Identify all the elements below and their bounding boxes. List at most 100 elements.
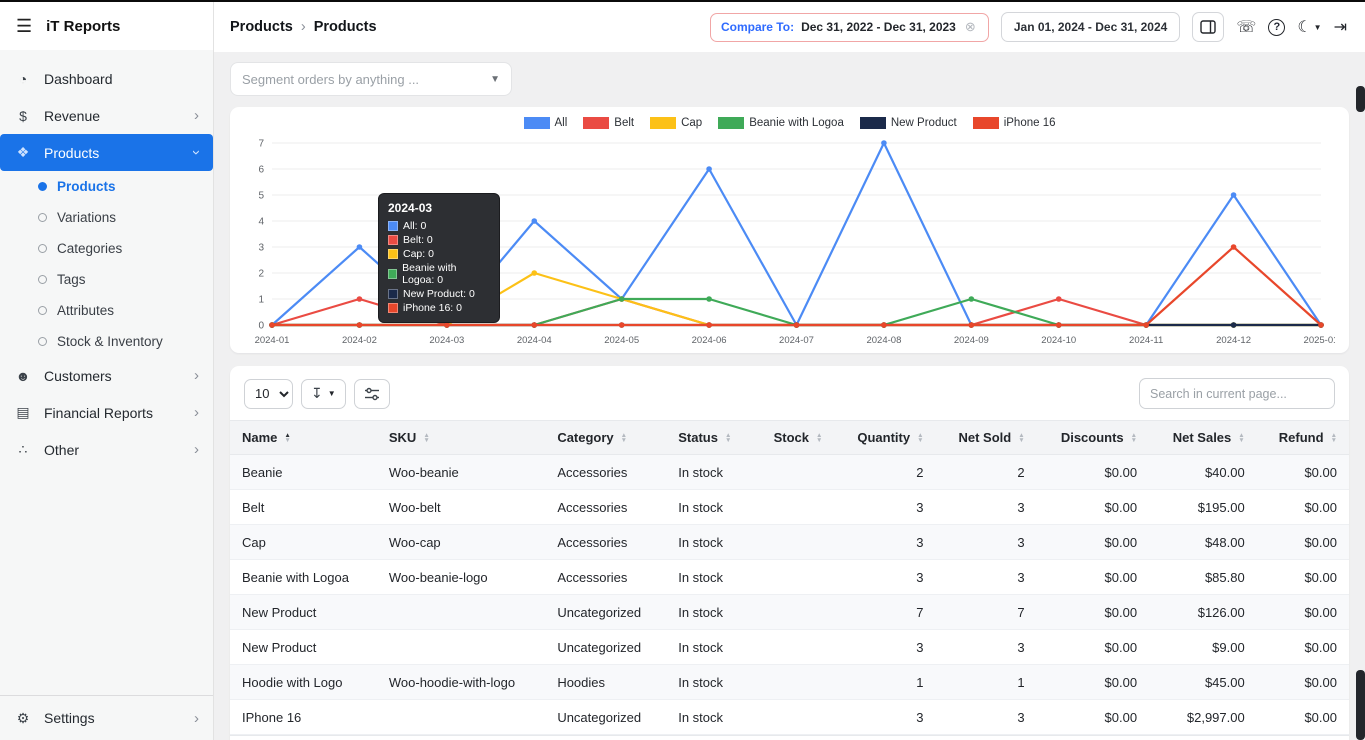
cell-sku: Woo-cap (376, 524, 546, 560)
cell-status: In stock (666, 524, 753, 560)
cell-refund: $0.00 (1256, 524, 1349, 560)
svg-text:4: 4 (258, 217, 264, 228)
column-header-discounts[interactable]: Discounts ▲ ▼ (1036, 420, 1150, 455)
sidebar-item-customers[interactable]: ☻ Customers › (0, 357, 213, 394)
cell-discounts: $0.00 (1036, 594, 1150, 630)
help-icon[interactable]: ? (1268, 18, 1286, 36)
sidebar-item-revenue[interactable]: $ Revenue › (0, 97, 213, 134)
topbar-actions: Compare To: Dec 31, 2022 - Dec 31, 2023 … (709, 12, 1347, 42)
cell-name: Cap (230, 524, 377, 560)
column-header-refund[interactable]: Refund ▲ ▼ (1256, 420, 1349, 455)
svg-text:2024-09: 2024-09 (954, 335, 989, 346)
sidebar-subitem-categories[interactable]: Categories (0, 233, 213, 264)
column-header-net-sales[interactable]: Net Sales ▲ ▼ (1149, 420, 1257, 455)
table-row[interactable]: Hoodie with Logo Woo-hoodie-with-logo Hood… (230, 664, 1349, 700)
segment-search-select[interactable]: Segment orders by anything ... ▼ (230, 62, 512, 96)
cell-net-sold: 3 (935, 699, 1037, 735)
gauge-icon: ◔ (18, 70, 28, 87)
table-row[interactable]: New Product Uncategorized In stock 3 3 $0.00 $… (230, 629, 1349, 665)
legend-item-iphone-16[interactable]: iPhone 16 (972, 117, 1056, 129)
sidebar-item-products[interactable]: ❖ Products › (0, 134, 213, 171)
table-row[interactable]: Belt Woo-belt Accessories In stock 3 3 $0.00 $1… (230, 489, 1349, 525)
cell-name: New Product (230, 629, 377, 665)
sidebar-subitem-tags[interactable]: Tags (0, 264, 213, 295)
sidebar-nav: ◔ Dashboard $ Revenue › ❖ Products › Products Var… (0, 50, 213, 695)
page-size-select[interactable]: 10 (244, 378, 293, 409)
filter-button[interactable] (353, 378, 390, 409)
cell-status: In stock (666, 664, 753, 700)
sidebar-item-dashboard[interactable]: ◔ Dashboard (0, 60, 213, 97)
column-header-sku[interactable]: SKU ▲ ▼ (376, 420, 546, 455)
cell-discounts: $0.00 (1036, 489, 1150, 525)
sidebar-subitem-variations[interactable]: Variations (0, 202, 213, 233)
table-toolbar: 10 ↧ ▼ (230, 378, 1349, 420)
legend-item-all[interactable]: All (523, 117, 567, 129)
sidebar-item-settings[interactable]: ⚙ Settings › (0, 696, 213, 740)
calendar-panel-icon (1200, 20, 1217, 34)
cell-category: Accessories (545, 454, 667, 490)
sidebar-subitem-attributes[interactable]: Attributes (0, 295, 213, 326)
svg-text:2024-10: 2024-10 (1041, 335, 1076, 346)
column-header-stock[interactable]: Stock ▲ ▼ (752, 420, 835, 455)
legend-item-cap[interactable]: Cap (650, 117, 702, 129)
legend-label: New Product (890, 117, 957, 129)
table-row[interactable]: IPhone 16 Uncategorized In stock 3 3 $0.00 $2,… (230, 699, 1349, 735)
products-table: Name ▲ ▼ SKU ▲ ▼ Category ▲ ▼ Status ▲ ▼ Stock ▲ ▼ Quan… (230, 420, 1349, 735)
tooltip-row-iphone-16: iPhone 16: 0 (388, 302, 490, 314)
bullet-icon (38, 275, 47, 284)
svg-text:0: 0 (258, 321, 264, 332)
cell-net-sales: $40.00 (1149, 454, 1257, 490)
sidebar-item-other[interactable]: ∴ Other › (0, 431, 213, 468)
legend-swatch-icon (523, 117, 550, 129)
legend-item-new-product[interactable]: New Product (859, 117, 957, 129)
sidebar-subitem-label: Categories (57, 241, 123, 256)
sidebar-subitem-stock-inventory[interactable]: Stock & Inventory (0, 326, 213, 357)
tooltip-swatch-icon (388, 269, 398, 279)
cell-discounts: $0.00 (1036, 559, 1150, 595)
dark-mode-toggle[interactable]: ☾ ▼ (1297, 17, 1321, 37)
sidebar-subitem-products[interactable]: Products (0, 171, 213, 202)
cell-refund: $0.00 (1256, 454, 1349, 490)
calendar-panel-button[interactable] (1192, 12, 1225, 42)
svg-text:3: 3 (258, 243, 264, 254)
scrollbar-thumb[interactable] (1356, 670, 1365, 740)
table-row[interactable]: New Product Uncategorized In stock 7 7 $0.00 $… (230, 594, 1349, 630)
logout-icon[interactable]: ⇥ (1334, 17, 1347, 37)
tooltip-row-beanie-with-logoa: Beanie with Logoa: 0 (388, 262, 490, 286)
scrollbar-thumb[interactable] (1356, 86, 1365, 112)
table-row[interactable]: Beanie with Logoa Woo-beanie-logo Accessor… (230, 559, 1349, 595)
date-range-button[interactable]: Jan 01, 2024 - Dec 31, 2024 (1000, 12, 1181, 42)
column-header-net-sold[interactable]: Net Sold ▲ ▼ (935, 420, 1037, 455)
column-header-quantity[interactable]: Quantity ▲ ▼ (834, 420, 936, 455)
export-button[interactable]: ↧ ▼ (301, 378, 346, 409)
sidebar-header: ☰ iT Reports (0, 2, 213, 50)
cell-net-sales: $126.00 (1149, 594, 1257, 630)
column-header-name[interactable]: Name ▲ ▼ (230, 420, 377, 455)
close-circle-icon[interactable]: ⊗ (963, 19, 978, 35)
hamburger-menu-icon[interactable]: ☰ (16, 16, 32, 37)
legend-item-belt[interactable]: Belt (583, 117, 634, 129)
search-input[interactable] (1139, 378, 1335, 409)
table-row[interactable]: Beanie Woo-beanie Accessories In stock 2 2 $0.… (230, 454, 1349, 490)
column-label: Status (678, 430, 718, 445)
table-row[interactable]: Cap Woo-cap Accessories In stock 3 3 $0.00 $48.… (230, 524, 1349, 560)
phone-icon[interactable]: ☏ (1236, 17, 1256, 37)
column-header-category[interactable]: Category ▲ ▼ (545, 420, 667, 455)
sidebar-item-label: Customers (44, 367, 112, 384)
column-header-status[interactable]: Status ▲ ▼ (666, 420, 753, 455)
breadcrumb-parent[interactable]: Products (230, 19, 293, 35)
dollar-icon: $ (19, 107, 27, 124)
bullet-icon (38, 213, 47, 222)
legend-item-beanie-with-logoa[interactable]: Beanie with Logoa (718, 117, 844, 129)
legend-swatch-icon (718, 117, 745, 129)
page-scrollbar (1356, 2, 1365, 740)
cell-quantity: 3 (834, 629, 936, 665)
sidebar-item-financial-reports[interactable]: ▤ Financial Reports › (0, 394, 213, 431)
bullet-icon (38, 306, 47, 315)
compare-to-pill[interactable]: Compare To: Dec 31, 2022 - Dec 31, 2023 … (709, 12, 989, 42)
column-label: SKU (388, 430, 417, 445)
cell-net-sold: 2 (935, 454, 1037, 490)
cell-category: Accessories (545, 559, 667, 595)
cell-quantity: 1 (834, 664, 936, 700)
chart-tooltip: 2024-03 All: 0 Belt: 0 Cap: 0 Beanie with L… (378, 193, 500, 323)
